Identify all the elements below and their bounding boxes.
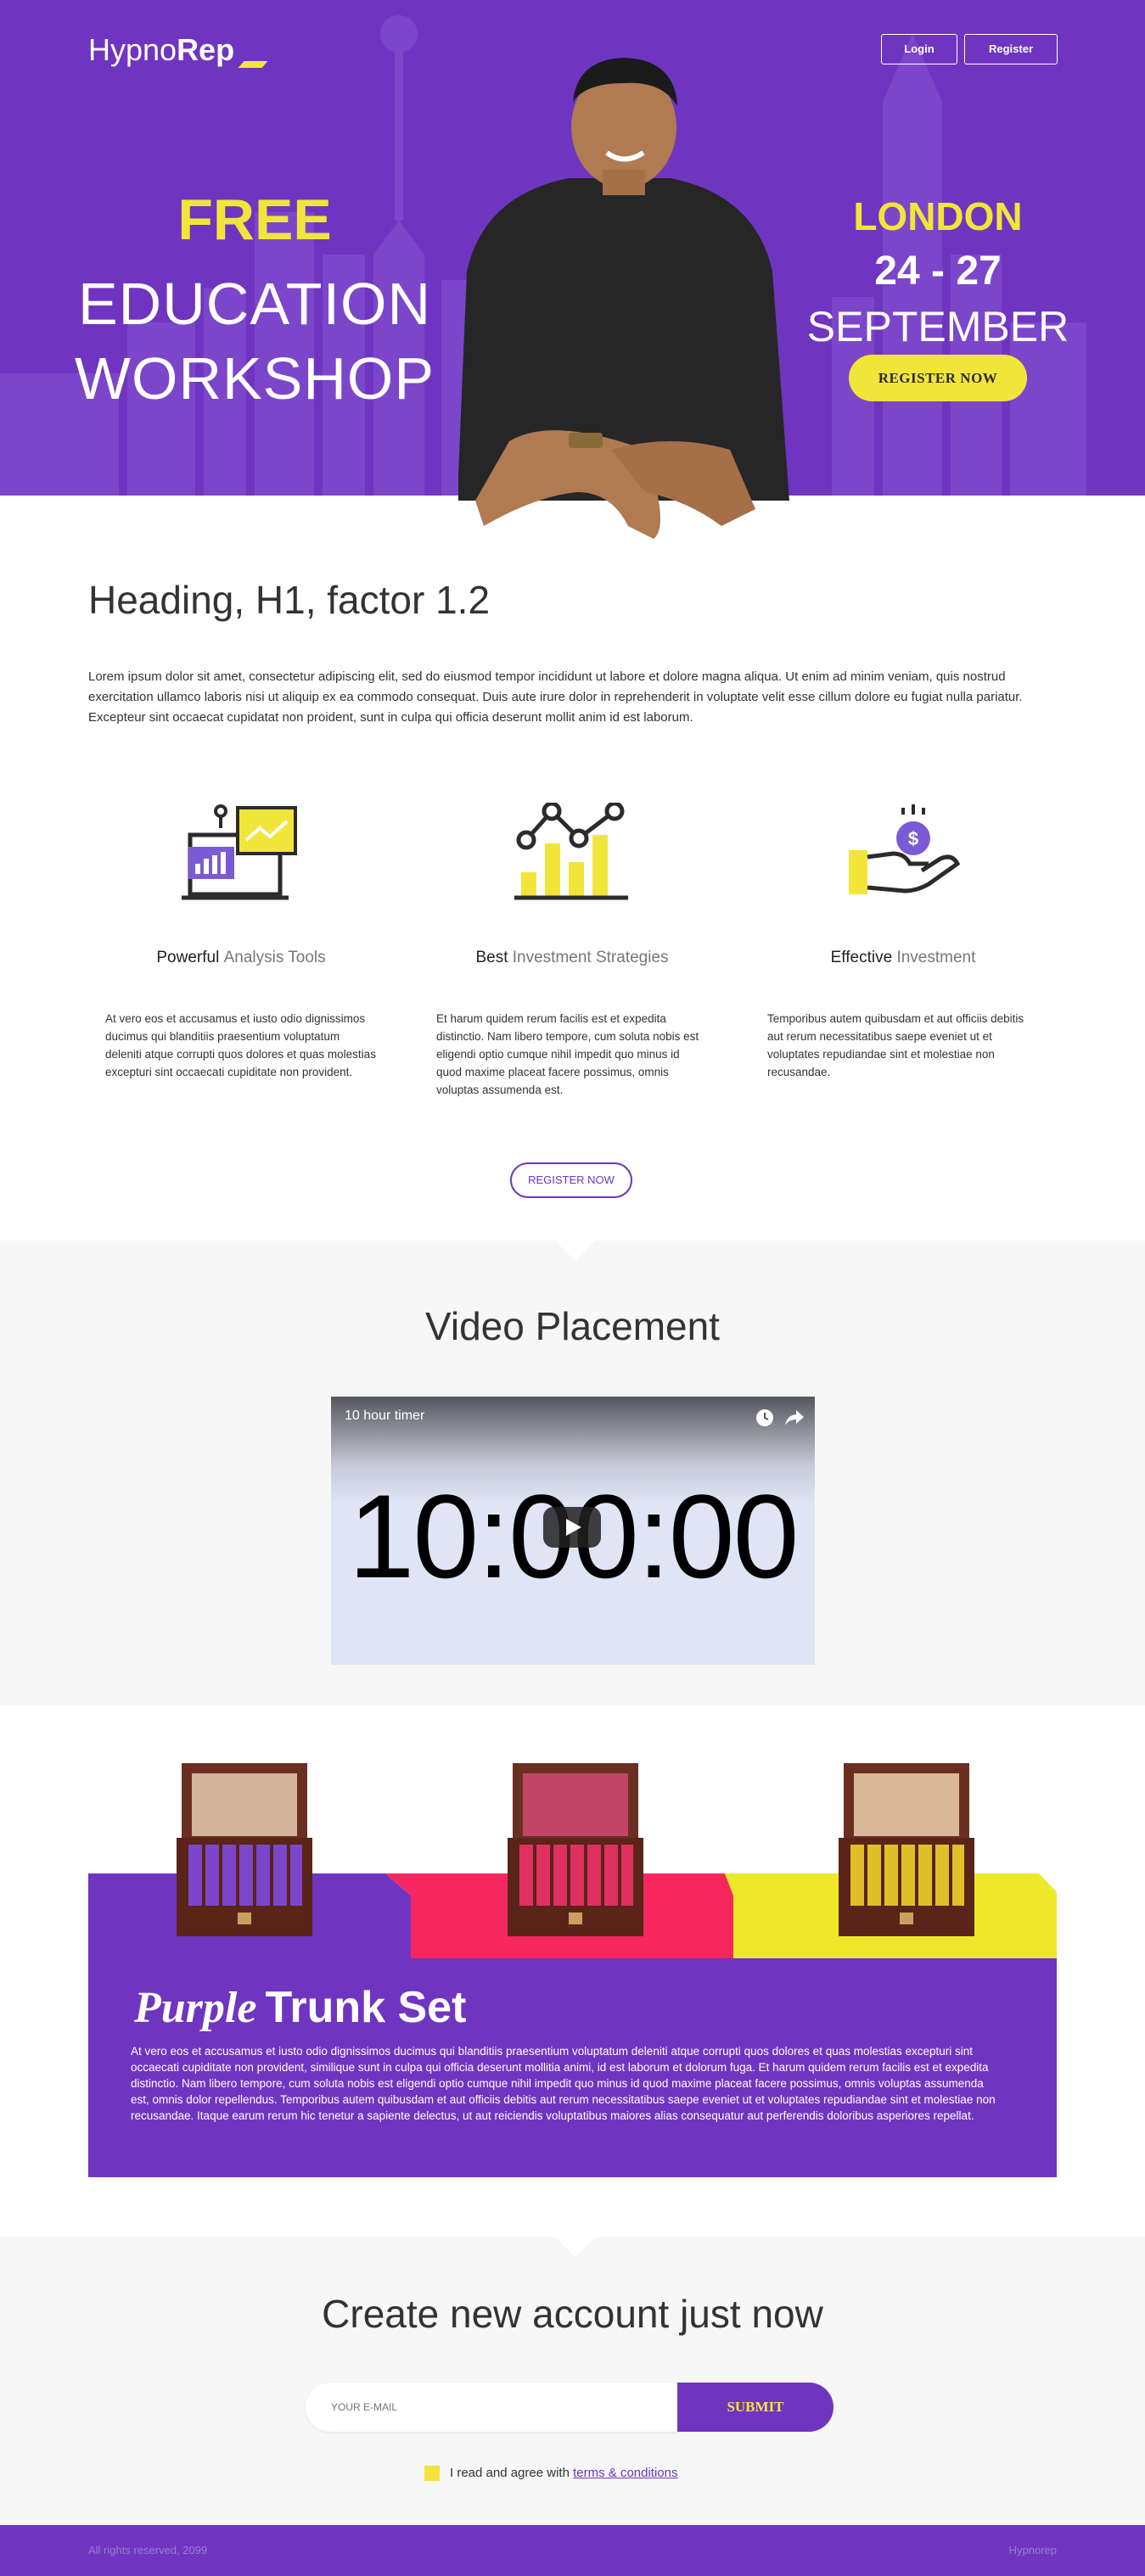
register-button[interactable]: Register (964, 34, 1058, 64)
feature-title-analysis: Powerful Analysis Tools (156, 949, 326, 966)
email-input[interactable] (306, 2383, 679, 2432)
terms-link[interactable]: terms & conditions (573, 2466, 677, 2480)
analysis-tools-icon (182, 804, 297, 900)
money-hand-icon: $ (849, 804, 961, 894)
trunk-set-title: Purple Trunk Set (134, 1983, 467, 2032)
hero-free-label: FREE (177, 188, 332, 252)
purple-trunk-image[interactable] (177, 1761, 312, 1936)
submit-button[interactable]: SUBMIT (677, 2383, 833, 2432)
hero-register-now-button[interactable]: REGISTER NOW (849, 355, 1027, 401)
feature-title-strategies: Best Investment Strategies (475, 949, 669, 966)
page-heading: Heading, H1, factor 1.2 (88, 578, 491, 622)
terms-checkbox[interactable] (424, 2466, 440, 2481)
event-city: LONDON (853, 194, 1023, 238)
feature-text-strategies: Et harum quidem rerum facilis est et exp… (436, 1012, 699, 1096)
video-player[interactable]: 10 hour timer 10:00:00 (331, 1397, 815, 1665)
hypnorep-logo[interactable]: HypnoRep (88, 32, 268, 68)
play-icon[interactable] (543, 1507, 601, 1548)
clock-icon[interactable] (755, 1408, 774, 1427)
yellow-trunk-image[interactable] (839, 1761, 974, 1936)
feature-text-analysis: At vero eos et accusamus et iusto odio d… (105, 1012, 376, 1078)
signup-title: Create new account just now (322, 2292, 823, 2336)
svg-text:$: $ (908, 828, 918, 849)
chart-growth-icon (514, 803, 628, 900)
hero-line-education: EDUCATION (77, 271, 432, 337)
feature-text-investment: Temporibus autem quibusdam et aut offici… (767, 1012, 1024, 1078)
hero-line-workshop: WORKSHOP (74, 345, 435, 412)
footer: All rights reserved, 2099 Hypnorep (0, 2525, 1145, 2576)
video-caption: 10 hour timer (345, 1408, 425, 1423)
section-notch (553, 1239, 598, 1261)
speaker-photo (458, 58, 789, 539)
share-icon[interactable] (784, 1408, 805, 1427)
intro-paragraph: Lorem ipsum dolor sit amet, consectetur … (88, 669, 1023, 725)
video-section-title: Video Placement (425, 1304, 720, 1348)
pink-trunk-image[interactable] (508, 1761, 643, 1936)
event-month: SEPTEMBER (806, 303, 1069, 350)
register-now-outline-button[interactable]: REGISTER NOW (510, 1162, 632, 1198)
trunk-set-description: At vero eos et accusamus et iusto odio d… (131, 2045, 996, 2122)
copyright-text: All rights reserved, 2099 (88, 2544, 208, 2556)
event-dates: 24 - 27 (874, 249, 1002, 294)
terms-agreement: I read and agree with terms & conditions (450, 2466, 678, 2480)
section-notch (553, 2235, 598, 2257)
feature-title-investment: Effective Investment (830, 949, 976, 966)
login-button[interactable]: Login (881, 34, 957, 64)
footer-brand[interactable]: Hypnorep (1009, 2544, 1057, 2556)
signup-section (0, 2237, 1145, 2525)
